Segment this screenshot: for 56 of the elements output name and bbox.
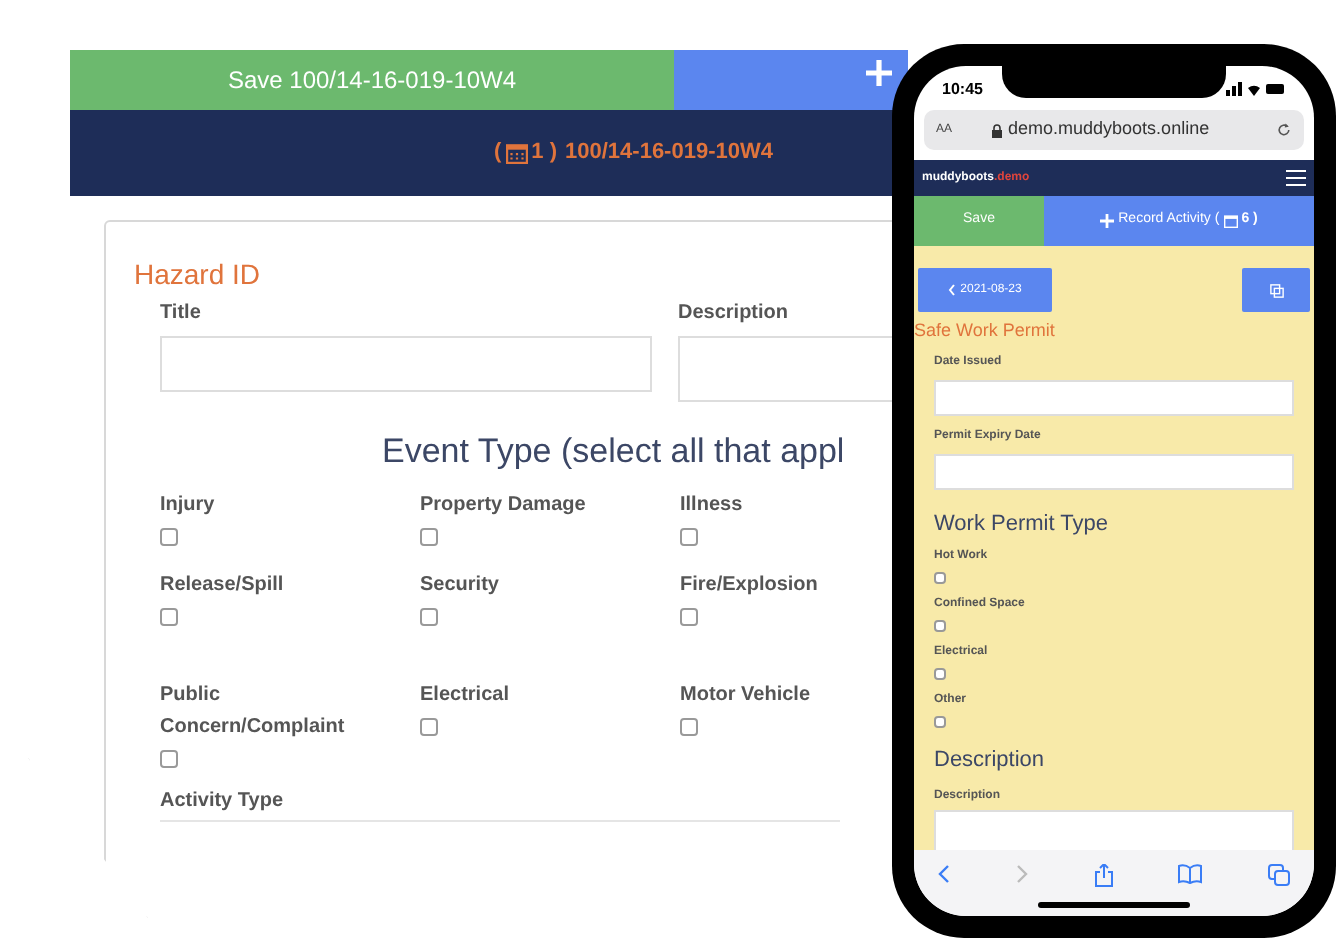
activity-type-label: Activity Type	[160, 787, 283, 815]
checkbox[interactable]	[160, 527, 178, 545]
plus-icon	[1100, 214, 1115, 228]
form-title: Safe Work Permit	[914, 318, 1055, 344]
calendar-icon	[505, 142, 528, 164]
status-icons	[1226, 82, 1286, 96]
menu-icon[interactable]	[1286, 170, 1306, 186]
description-heading: Description	[934, 746, 1045, 776]
reload-icon[interactable]	[1276, 122, 1292, 138]
calendar-icon	[1223, 214, 1238, 228]
lock-icon	[992, 123, 1003, 137]
checkbox[interactable]	[160, 749, 178, 767]
copy-button[interactable]	[1242, 268, 1310, 312]
checkbox-label: Public Concern/Complaint	[160, 681, 347, 741]
url-text: demo.muddyboots.online	[1008, 116, 1210, 143]
checkbox[interactable]	[934, 668, 946, 680]
permit-type-heading: Work Permit Type	[934, 509, 1109, 539]
checkbox[interactable]	[420, 527, 438, 545]
checkbox[interactable]	[680, 717, 698, 735]
checkbox-label: Security	[420, 571, 501, 599]
text-field[interactable]	[934, 379, 1294, 415]
checkbox-label: Motor Vehicle	[680, 681, 813, 709]
checkbox[interactable]	[420, 607, 438, 625]
checkbox-label: Fire/Explosion	[680, 571, 820, 599]
checkbox-label: Injury	[160, 491, 217, 519]
forward-icon[interactable]	[1015, 864, 1028, 884]
checkbox[interactable]	[420, 717, 438, 735]
text-field[interactable]	[934, 453, 1294, 489]
save-button[interactable]: Save 100/14-16-019-10W4	[70, 50, 674, 110]
field-label: Title	[160, 300, 201, 328]
text-field[interactable]	[160, 336, 652, 392]
tabs-icon[interactable]	[1268, 864, 1290, 886]
checkbox-label: Property Damage	[420, 491, 588, 519]
section-title: Hazard ID	[134, 256, 263, 294]
checkbox[interactable]	[934, 716, 946, 728]
checkbox[interactable]	[680, 527, 698, 545]
status-time: 10:45	[942, 77, 983, 101]
book-icon[interactable]	[1178, 864, 1203, 884]
back-icon[interactable]	[938, 864, 950, 884]
chevron-left-icon	[948, 284, 957, 296]
field-label: Description	[678, 300, 789, 328]
checkbox-label: Electrical	[420, 681, 511, 709]
checkbox-label: Release/Spill	[160, 571, 286, 599]
record-count: 1 )	[531, 138, 558, 169]
add-button[interactable]	[674, 50, 908, 110]
copy-icon	[1269, 283, 1283, 297]
checkbox[interactable]	[934, 572, 946, 584]
share-icon[interactable]	[1093, 864, 1113, 888]
plus-icon	[866, 60, 892, 86]
checkbox-label: Illness	[680, 491, 745, 519]
checkbox[interactable]	[680, 607, 698, 625]
checkbox[interactable]	[160, 607, 178, 625]
record-title: 100/14-16-019-10W4	[565, 138, 773, 169]
record-header-paren: (	[494, 138, 502, 169]
event-type-heading: Event Type (select all that appl	[382, 430, 845, 474]
checkbox[interactable]	[934, 620, 946, 632]
